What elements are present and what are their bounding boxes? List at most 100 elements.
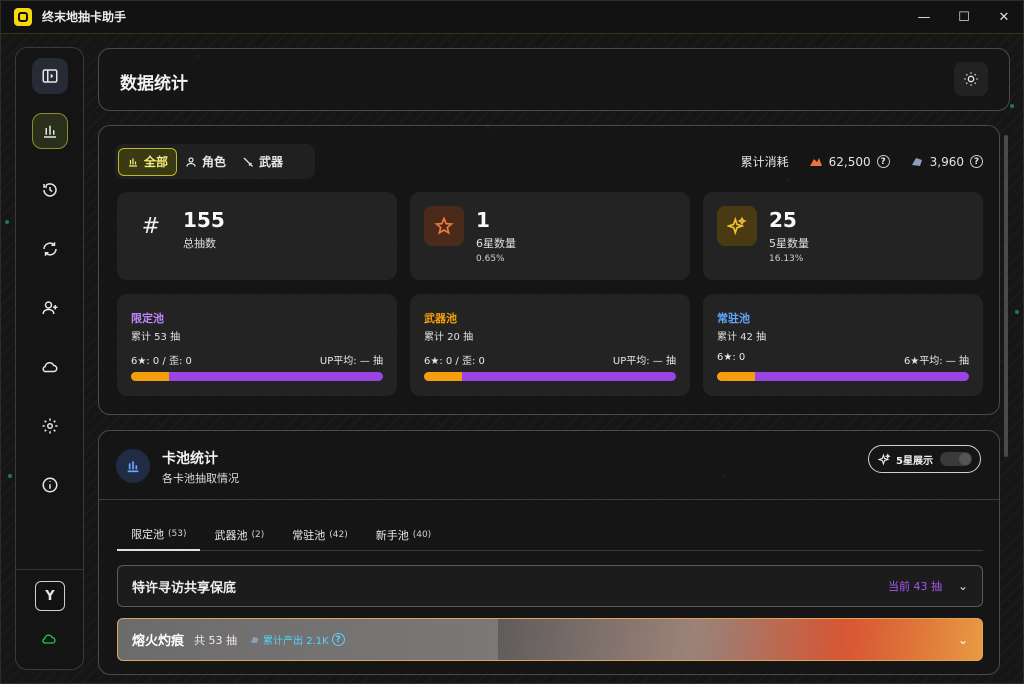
tab-count: (40)	[412, 529, 432, 540]
help-icon[interactable]: ?	[970, 155, 983, 168]
banner-production: 累计产出 2.1K ?	[249, 632, 345, 647]
toggle-switch[interactable]	[940, 452, 972, 466]
chevron-down-icon: ⌄	[957, 632, 968, 647]
current-pity-count: 当前 43 抽	[888, 580, 942, 593]
tab-beginner-pool[interactable]: 新手池 (40)	[362, 519, 445, 550]
total-cost-amount-1: 62,500	[828, 154, 871, 169]
bar-chart-icon	[116, 449, 150, 483]
banner-row[interactable]: 熔火灼痕 共 53 抽 累计产出 2.1K ? ⌄	[117, 618, 983, 661]
sidebar-item-sync[interactable]	[32, 231, 68, 267]
toggle-label: 5星展示	[896, 455, 933, 467]
tab-label: 常驻池	[292, 528, 326, 542]
sidebar-item-history[interactable]	[32, 172, 68, 208]
pool-tabs: 限定池 (53) 武器池 (2) 常驻池 (42) 新手池 (40)	[117, 519, 983, 551]
pool-total: 累计 20 抽	[424, 332, 474, 343]
app-logo	[14, 7, 32, 26]
sidebar-item-statistics[interactable]	[32, 113, 68, 149]
particle	[1010, 104, 1014, 108]
filter-tab-label: 全部	[144, 155, 169, 169]
minimize-button[interactable]: —	[904, 0, 944, 34]
tab-weapon-pool[interactable]: 武器池 (2)	[200, 519, 278, 550]
filter-tab-weapon[interactable]: 武器	[234, 148, 291, 176]
sidebar-toggle-button[interactable]	[32, 58, 68, 94]
scrollbar[interactable]	[1004, 135, 1008, 457]
statistics-overview: 全部 角色 武器 累计消耗 62,500 ? 3,960 ? # 155 总抽数…	[98, 125, 1000, 415]
tab-label: 新手池	[375, 528, 409, 542]
theme-toggle-button[interactable]	[954, 62, 988, 96]
sparkles-icon	[717, 206, 757, 246]
sidebar-item-cloud[interactable]	[32, 349, 68, 385]
pool-progress-bar	[131, 372, 383, 381]
banner-artwork	[498, 619, 982, 660]
page-header: 数据统计	[98, 48, 1010, 111]
banner-title: 熔火灼痕	[132, 634, 185, 649]
filter-tab-all[interactable]: 全部	[118, 147, 178, 176]
banner-production-text: 累计产出 2.1K	[263, 636, 329, 647]
pool-progress-fill	[424, 372, 462, 381]
help-icon[interactable]: ?	[331, 633, 345, 646]
filter-tab-label: 角色	[202, 155, 227, 169]
pool-name: 常驻池	[717, 312, 750, 325]
tab-standard-pool[interactable]: 常驻池 (42)	[278, 519, 361, 550]
pool-six-star-count: 6★: 0 / 歪: 0	[424, 356, 485, 367]
divider	[99, 499, 999, 500]
total-cost-label: 累计消耗	[740, 155, 789, 169]
particle	[1015, 310, 1019, 314]
sidebar-item-settings[interactable]	[32, 408, 68, 444]
filter-tab-character[interactable]: 角色	[177, 148, 234, 176]
page-title: 数据统计	[120, 74, 188, 94]
tab-count: (42)	[329, 529, 348, 540]
cloud-status-icon	[42, 634, 56, 644]
tab-count: (2)	[251, 529, 265, 540]
particle	[5, 220, 9, 224]
title-bar: 终末地抽卡助手 — ☐ ✕	[0, 0, 1024, 34]
hexagon-icon	[18, 11, 28, 22]
sidebar: Y	[15, 47, 84, 670]
help-icon[interactable]: ?	[876, 155, 890, 168]
pool-progress-fill	[717, 372, 755, 381]
particle	[8, 474, 12, 478]
total-cost-amount-2: 3,960	[929, 154, 964, 169]
sidebar-item-add-account[interactable]	[32, 290, 68, 326]
stat-label: 5星数量	[769, 237, 809, 250]
section-title: 卡池统计	[162, 451, 218, 467]
pool-average: UP平均: — 抽	[612, 356, 676, 367]
five-star-display-toggle[interactable]: 5星展示	[868, 445, 981, 473]
info-icon	[42, 477, 58, 493]
tab-limited-pool[interactable]: 限定池 (53)	[117, 519, 201, 551]
stat-label: 总抽数	[183, 237, 216, 250]
total-cost: 累计消耗 62,500 ? 3,960 ?	[741, 153, 983, 170]
pool-statistics: 卡池统计 各卡池抽取情况 5星展示 限定池 (53) 武器池 (2) 常驻池 (42)…	[98, 430, 1000, 675]
stat-six-star: 1 6星数量 0.65%	[410, 192, 690, 280]
maximize-button[interactable]: ☐	[944, 0, 984, 34]
sparkles-icon	[878, 452, 891, 466]
pool-progress-bar	[717, 372, 969, 381]
star-icon	[424, 206, 464, 246]
tab-count: (53)	[168, 529, 187, 539]
sword-icon	[243, 157, 253, 167]
cloud-status-indicator[interactable]	[41, 631, 57, 651]
window-title: 终末地抽卡助手	[42, 10, 127, 24]
sidebar-divider	[16, 569, 83, 570]
pool-total: 累计 42 抽	[717, 332, 767, 343]
row-title: 特许寻访共享保底	[132, 580, 237, 596]
stat-total-pulls: # 155 总抽数	[117, 192, 397, 280]
filter-tab-label: 武器	[259, 155, 284, 169]
pool-six-star-count: 6★: 0 / 歪: 0	[131, 356, 192, 367]
stat-five-star: 25 5星数量 16.13%	[703, 192, 983, 280]
pool-average: UP平均: — 抽	[319, 356, 383, 367]
close-button[interactable]: ✕	[984, 0, 1024, 34]
pool-summary-limited: 限定池 累计 53 抽 6★: 0 / 歪: 0 UP平均: — 抽	[117, 294, 397, 396]
sidebar-item-about[interactable]	[32, 467, 68, 503]
window-controls: — ☐ ✕	[904, 0, 1024, 34]
avatar[interactable]: Y	[35, 581, 65, 611]
pool-name: 限定池	[131, 312, 164, 325]
currency-origeometry-icon	[911, 157, 922, 166]
pool-progress-bar	[424, 372, 676, 381]
pool-progress-fill	[131, 372, 169, 381]
toggle-knob	[959, 453, 971, 465]
stat-label: 6星数量	[476, 237, 516, 250]
tab-label: 限定池	[131, 528, 164, 541]
shared-pity-row[interactable]: 特许寻访共享保底 当前 43 抽 ⌄	[117, 565, 983, 607]
pool-six-star-count: 6★: 0	[717, 352, 746, 363]
